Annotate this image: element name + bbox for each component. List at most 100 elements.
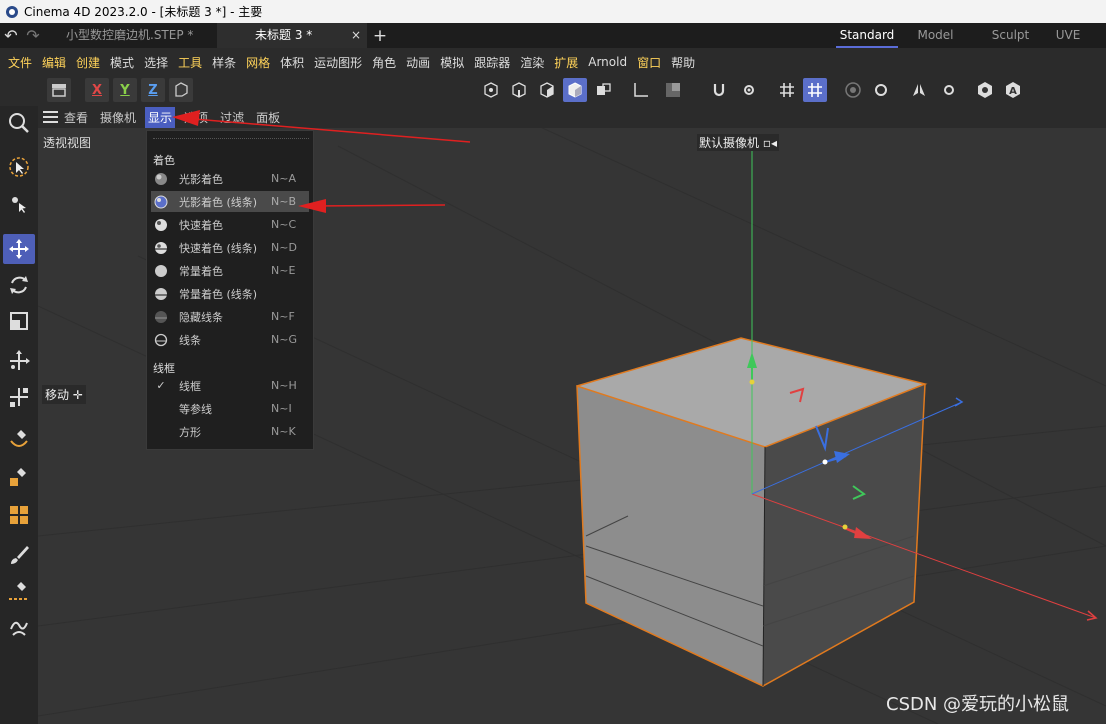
layout-tabs: Standard Model Sculpt UVE [836,23,1088,48]
axis-mode-icon[interactable] [629,78,653,102]
close-tab-icon[interactable]: × [351,23,361,48]
menu-render[interactable]: 渲染 [520,54,544,71]
palette-icon[interactable] [47,78,71,102]
tweak-tool-icon[interactable] [3,188,35,218]
y-axis-lock-button[interactable]: Y [113,78,137,102]
menu-extensions[interactable]: 扩展 [554,54,578,71]
menu-edit[interactable]: 编辑 [42,54,66,71]
menu-item-isoparms[interactable]: 等参线 N~I [151,398,309,419]
menu-mesh[interactable]: 网格 [246,54,270,71]
spline-pen-icon[interactable] [3,424,35,454]
menu-mode[interactable]: 模式 [110,54,134,71]
menu-help[interactable]: 帮助 [671,54,695,71]
cube-object[interactable] [576,337,928,687]
menu-item-quick-shading[interactable]: 快速着色 N~C [151,214,309,235]
viewport-menu-bar: 查看 摄像机 显示 选项 过滤 面板 [38,106,1106,128]
grid-snap-icon[interactable] [775,78,799,102]
coordinate-system-icon[interactable] [169,78,193,102]
menu-item-lines[interactable]: 线条 N~G [151,329,309,350]
menu-tools[interactable]: 工具 [178,54,202,71]
scale-tool-icon[interactable] [3,306,35,336]
knife-tool-icon[interactable] [3,576,35,606]
viewport-menu-camera[interactable]: 摄像机 [100,109,136,126]
layout-tab-standard[interactable]: Standard [836,23,898,48]
quick-shading-lines-icon [153,241,169,255]
menu-item-constant-shading-lines[interactable]: 常量着色 (线条) [151,283,309,304]
paint-brush-icon[interactable] [3,540,35,570]
window-title: Cinema 4D 2023.2.0 - [未标题 3 *] - 主要 [24,5,263,19]
menu-mograph[interactable]: 运动图形 [314,54,362,71]
cube-primitive-icon[interactable] [3,462,35,492]
sketch-tool-icon[interactable] [3,612,35,642]
uv-mode-icon[interactable] [591,78,615,102]
menu-item-constant-shading[interactable]: 常量着色 N~E [151,260,309,281]
transform-tool-icon[interactable] [3,382,35,412]
viewport-menu-display[interactable]: 显示 [145,106,176,128]
document-tab-active[interactable]: 未标题 3 * × [217,23,367,48]
annotation-icon[interactable]: A [1001,78,1025,102]
document-tab-step[interactable]: 小型数控磨边机.STEP * [52,23,217,48]
rotate-tool-icon[interactable] [3,270,35,300]
move-cross-icon: ✛ [72,388,83,402]
checkmark-icon: ✓ [156,379,166,392]
snap-settings-gear-icon[interactable] [737,78,761,102]
menu-item-box[interactable]: 方形 N~K [151,421,309,442]
viewport-menu-filter[interactable]: 过滤 [220,109,244,126]
edges-mode-icon[interactable] [507,78,531,102]
texture-mode-icon[interactable] [661,78,685,102]
viewport-menu-options[interactable]: 选项 [184,109,208,126]
menu-item-wireframe[interactable]: ✓ 线框 N~H [151,375,309,396]
menu-simulate[interactable]: 模拟 [440,54,464,71]
search-icon[interactable] [3,108,35,138]
add-tab-button[interactable]: + [367,26,393,46]
menu-character[interactable]: 角色 [372,54,396,71]
menu-item-quick-shading-lines[interactable]: 快速着色 (线条) N~D [151,237,309,258]
watermark: CSDN @爱玩的小松鼠 [886,694,1070,715]
menu-item-gouraud-shading[interactable]: 光影着色 N~A [151,168,309,189]
polygons-mode-icon[interactable] [535,78,559,102]
camera-icon: ▫◂ [759,136,777,150]
menu-window[interactable]: 窗口 [637,54,661,71]
layout-tab-model[interactable]: Model [898,23,973,48]
move-all-tool-icon[interactable] [3,346,35,376]
hamburger-menu-icon[interactable] [38,106,64,128]
visibility-eye-icon[interactable] [973,78,997,102]
snap-magnet-icon[interactable] [707,78,731,102]
gouraud-shading-icon [153,172,169,186]
document-tab-label: 未标题 3 * [255,28,313,42]
menu-arnold[interactable]: Arnold [588,55,627,69]
symmetry-icon[interactable] [907,78,931,102]
cloner-icon[interactable] [3,500,35,530]
menu-select[interactable]: 选择 [144,54,168,71]
menu-item-hidden-line[interactable]: 隐藏线条 N~F [151,306,309,327]
menu-create[interactable]: 创建 [76,54,100,71]
redo-icon[interactable]: ↷ [22,23,44,48]
z-axis-lock-button[interactable]: Z [141,78,165,102]
viewport-menu-view[interactable]: 查看 [64,109,88,126]
undo-icon[interactable]: ↶ [0,23,22,48]
menu-file[interactable]: 文件 [8,54,32,71]
layout-tab-sculpt[interactable]: Sculpt [973,23,1048,48]
live-selection-icon[interactable] [3,152,35,182]
model-mode-icon[interactable] [563,78,587,102]
camera-label[interactable]: 默认摄像机 ▫◂ [697,134,779,151]
move-tool-icon[interactable] [3,234,35,264]
x-axis-lock-button[interactable]: X [85,78,109,102]
workplane-snap-icon[interactable] [803,78,827,102]
soft-selection-gear-icon[interactable] [869,78,893,102]
dropdown-divider [153,138,309,139]
main-menu-bar: 文件 编辑 创建 模式 选择 工具 样条 网格 体积 运动图形 角色 动画 模拟… [0,50,1106,74]
menu-spline[interactable]: 样条 [212,54,236,71]
points-mode-icon[interactable] [479,78,503,102]
menu-item-gouraud-shading-lines[interactable]: 光影着色 (线条) N~B [151,191,309,212]
section-wireframe-label: 线框 [153,362,175,375]
layout-tab-uve[interactable]: UVE [1048,23,1088,48]
menu-animate[interactable]: 动画 [406,54,430,71]
viewport-menu-panel[interactable]: 面板 [256,109,280,126]
menu-volume[interactable]: 体积 [280,54,304,71]
cinema4d-logo-icon [6,5,18,18]
constant-shading-icon [153,264,169,278]
soft-selection-icon[interactable] [841,78,865,102]
symmetry-gear-icon[interactable] [937,78,961,102]
menu-tracker[interactable]: 跟踪器 [474,54,510,71]
